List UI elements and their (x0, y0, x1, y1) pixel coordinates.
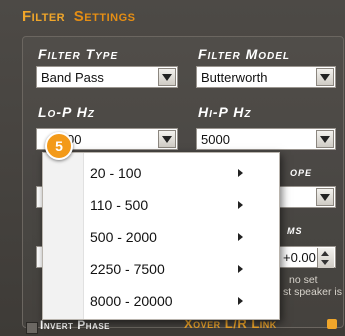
delay-label: ms (287, 222, 303, 237)
filter-model-select[interactable]: Butterworth (196, 66, 336, 88)
delay-spinbox[interactable]: +0.00 (276, 246, 336, 268)
panel-title: Filter Settings (22, 8, 135, 30)
menu-item-20-100[interactable]: 20 - 100 (83, 158, 279, 188)
menu-item-500-2000[interactable]: 500 - 2000 (83, 222, 279, 252)
menu-item-8000-20000[interactable]: 8000 - 20000 (83, 286, 279, 316)
hi-p-value: 5000 (201, 132, 230, 147)
menu-item-110-500[interactable]: 110 - 500 (83, 190, 279, 220)
invert-phase-checkbox[interactable] (26, 322, 38, 334)
menu-item-2250-7500[interactable]: 2250 - 7500 (83, 254, 279, 284)
slope-select[interactable] (276, 186, 336, 208)
delay-value: +0.00 (283, 250, 316, 265)
menu-item-label: 110 - 500 (90, 197, 149, 213)
submenu-arrow-icon (238, 169, 243, 177)
delay-hint-line2: st speaker is (283, 286, 342, 298)
chevron-down-icon[interactable] (316, 68, 334, 86)
filter-type-value: Band Pass (41, 70, 104, 85)
submenu-arrow-icon (238, 265, 243, 273)
filter-type-select[interactable]: Band Pass (36, 66, 178, 88)
link-toggle-icon[interactable] (327, 319, 337, 329)
arrow-up-icon[interactable] (321, 251, 329, 256)
filter-model-value: Butterworth (201, 70, 268, 85)
lo-p-label: Lo-P Hz (38, 104, 95, 120)
menu-icon-strip (43, 153, 84, 319)
delay-hint-line1: no set (289, 274, 318, 286)
chevron-down-icon[interactable] (316, 188, 334, 206)
submenu-arrow-icon (238, 233, 243, 241)
filter-model-label: Filter Model (198, 46, 291, 62)
hi-p-label: Hi-P Hz (198, 104, 252, 120)
menu-item-label: 500 - 2000 (90, 229, 157, 245)
filter-type-label: Filter Type (38, 46, 119, 62)
menu-item-label: 2250 - 7500 (90, 261, 165, 277)
menu-item-label: 8000 - 20000 (90, 293, 173, 309)
invert-phase-label: Invert Phase (40, 318, 111, 332)
submenu-arrow-icon (238, 297, 243, 305)
step-badge: 5 (45, 132, 73, 160)
frequency-range-menu: 20 - 100 110 - 500 500 - 2000 2250 - 750… (42, 152, 280, 320)
slope-label: ope (290, 164, 313, 179)
submenu-arrow-icon (238, 201, 243, 209)
menu-item-label: 20 - 100 (90, 165, 142, 181)
hi-p-select[interactable]: 5000 (196, 128, 336, 150)
title-filter: Filter (22, 8, 66, 25)
chevron-down-icon[interactable] (158, 130, 176, 148)
chevron-down-icon[interactable] (316, 130, 334, 148)
spinner-buttons[interactable] (317, 248, 334, 268)
arrow-down-icon[interactable] (321, 260, 329, 265)
title-settings: Settings (73, 8, 136, 25)
chevron-down-icon[interactable] (158, 68, 176, 86)
